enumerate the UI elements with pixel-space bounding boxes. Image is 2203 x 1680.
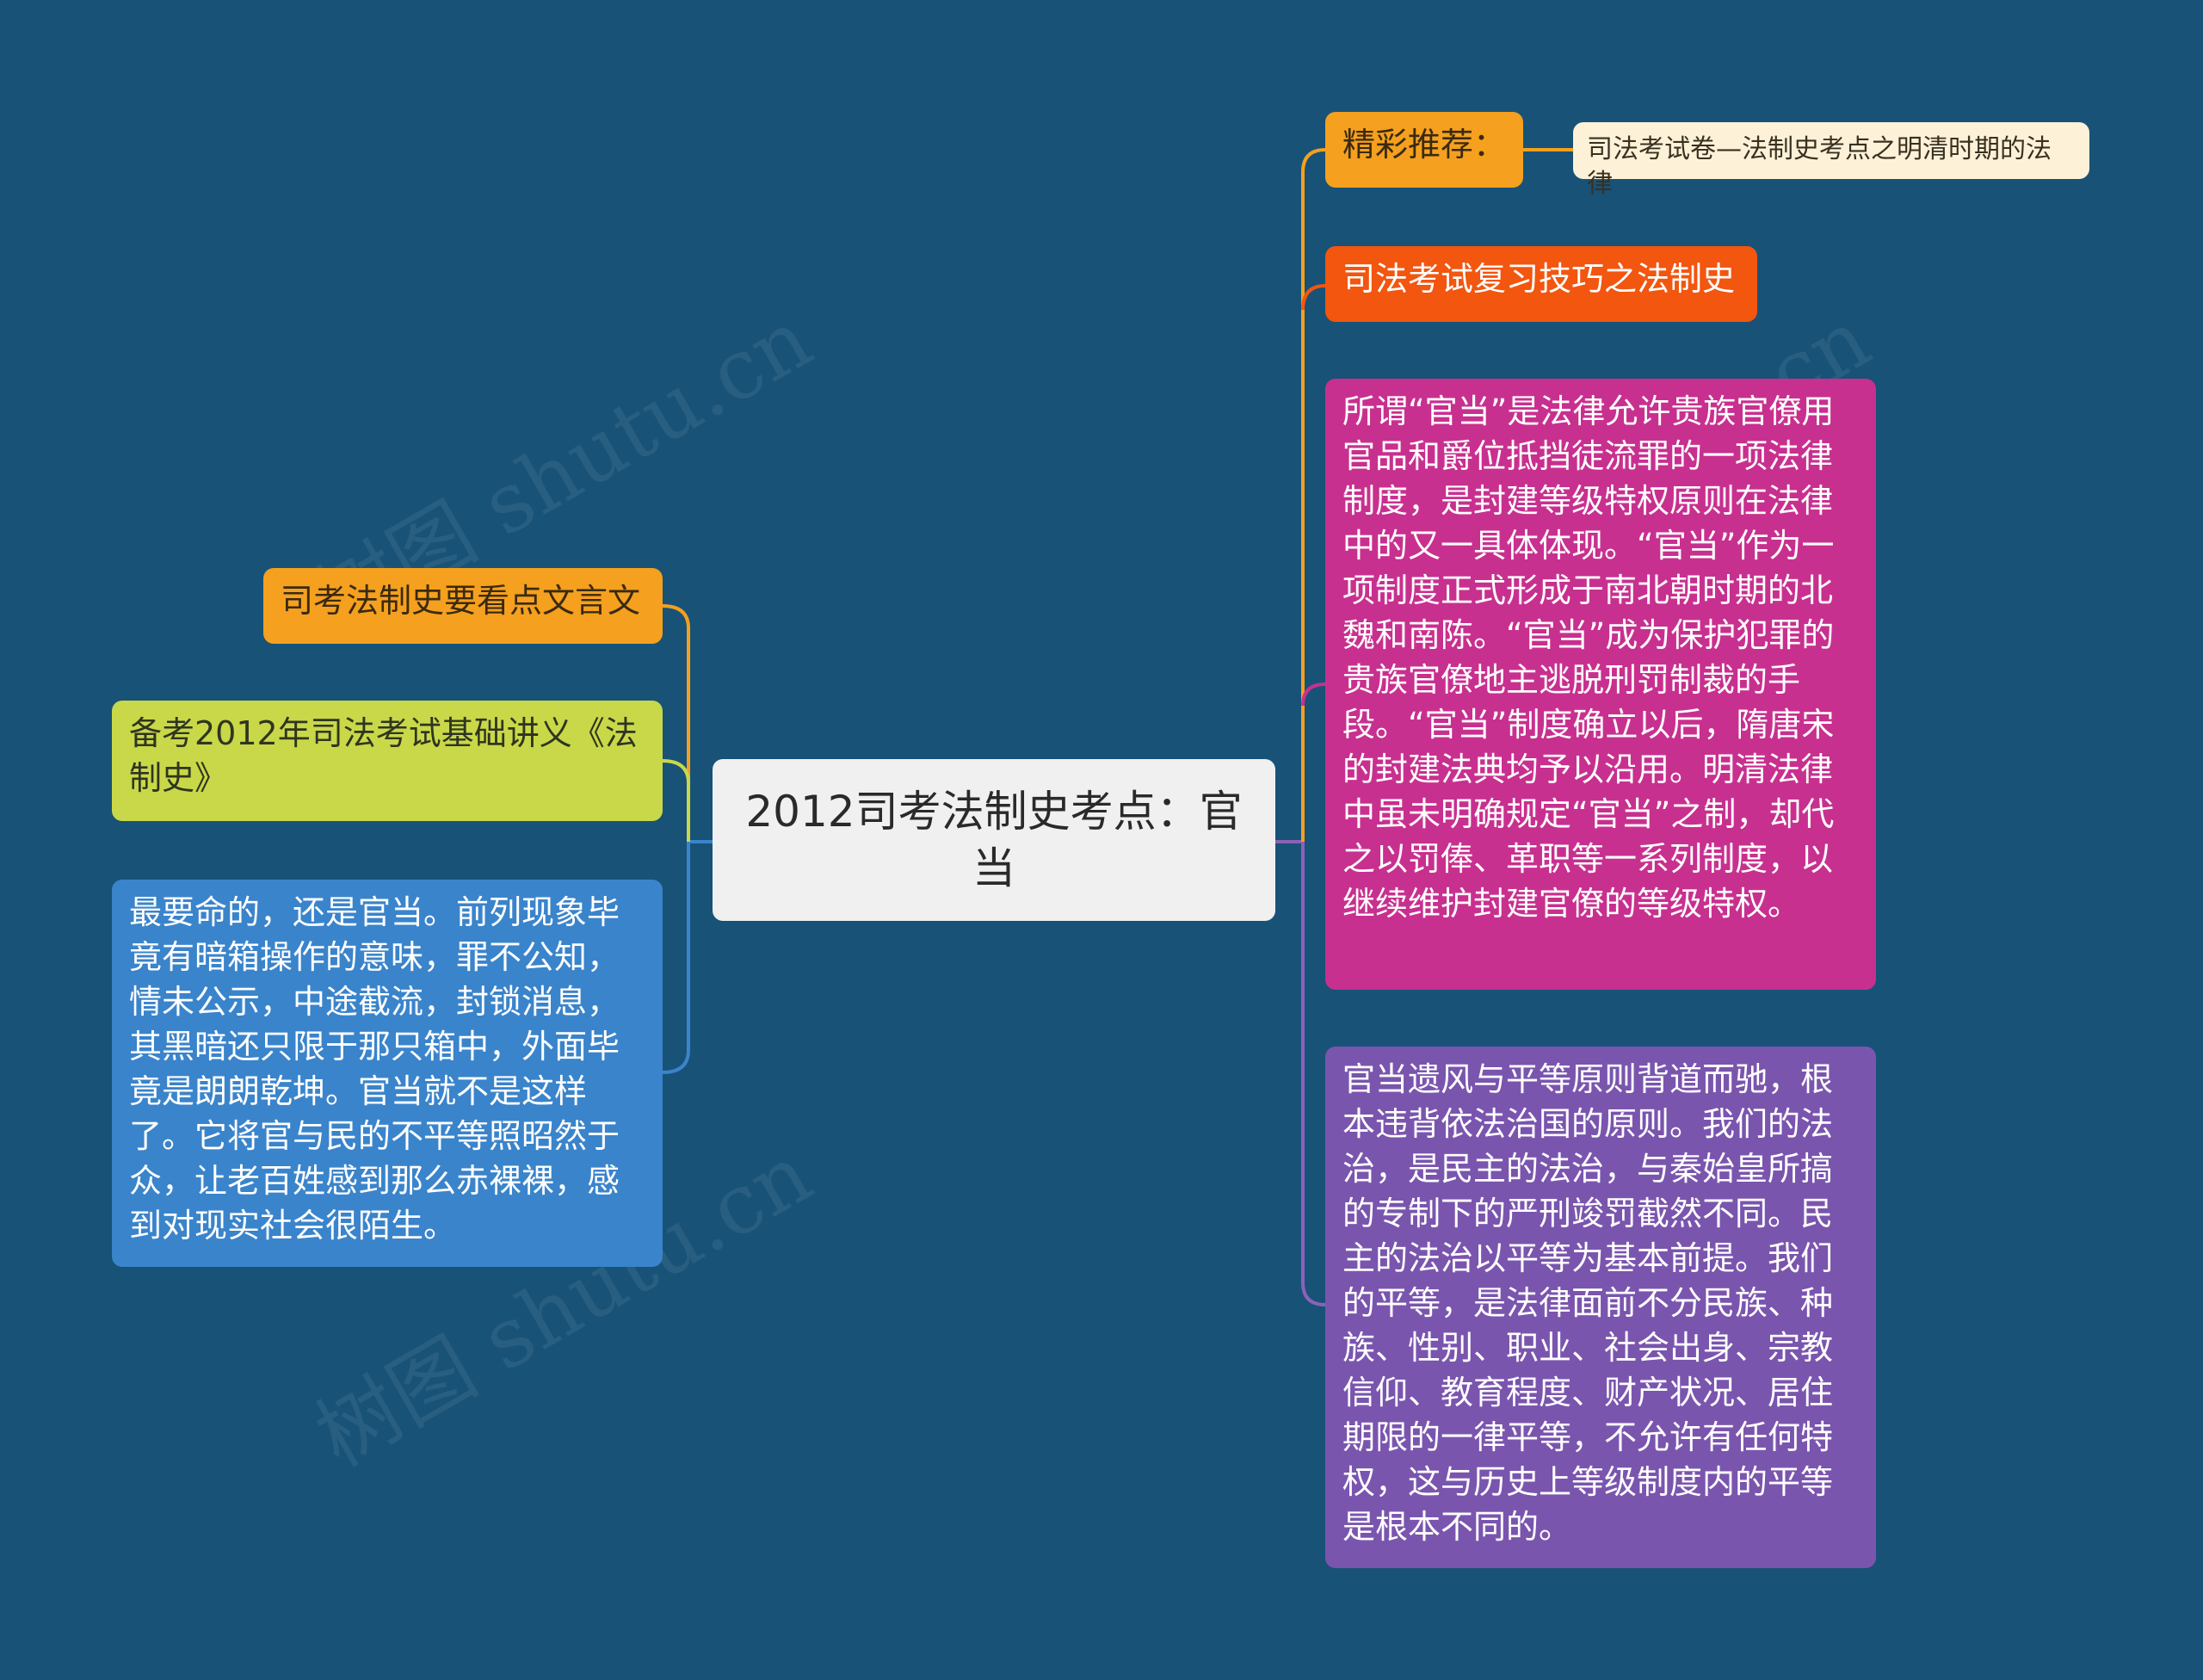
lecture-node[interactable]: 备考2012年司法考试基础讲义《法制史》	[112, 701, 663, 821]
recommend-node[interactable]: 精彩推荐：	[1325, 112, 1523, 188]
mind-map-canvas: 树图 shutu.cn 树图 shutu.cn 树图 shutu.cn 树图 s…	[0, 0, 2203, 1680]
link-tips	[1301, 284, 1326, 311]
definition-node[interactable]: 所谓“官当”是法律允许贵族官僚用官品和爵位抵挡徒流罪的一项法律制度，是封建等级特…	[1325, 379, 1876, 990]
link-recommend	[1301, 148, 1326, 842]
comment-text: 最要命的，还是官当。前列现象毕竟有暗箱操作的意味，罪不公知，情未公示，中途截流，…	[129, 893, 620, 1245]
link-classical	[662, 604, 690, 842]
recommend-label: 精彩推荐：	[1342, 126, 1507, 164]
lecture-text: 备考2012年司法考试基础讲义《法制史》	[129, 714, 638, 797]
link-equality	[1301, 842, 1326, 1306]
recommend-link-text: 司法考试卷—法制史考点之明清时期的法律	[1587, 134, 2052, 199]
recommend-link-node[interactable]: 司法考试卷—法制史考点之明清时期的法律	[1573, 122, 2089, 199]
classical-node[interactable]: 司考法制史要看点文言文	[263, 568, 663, 644]
link-definition	[1301, 682, 1326, 707]
classical-text: 司考法制史要看点文言文	[281, 582, 641, 620]
comment-node[interactable]: 最要命的，还是官当。前列现象毕竟有暗箱操作的意味，罪不公知，情未公示，中途截流，…	[112, 880, 663, 1267]
link-comment	[662, 842, 690, 1074]
link-lecture	[662, 759, 690, 842]
root-title: 2012司考法制史考点：官当	[745, 787, 1243, 893]
root-topic[interactable]: 2012司考法制史考点：官当	[713, 759, 1275, 921]
tips-node[interactable]: 司法考试复习技巧之法制史	[1325, 246, 1757, 322]
equality-text: 官当遗风与平等原则背道而驰，根本违背依法治国的原则。我们的法治，是民主的法治，与…	[1342, 1060, 1834, 1546]
tips-text: 司法考试复习技巧之法制史	[1342, 260, 1736, 298]
definition-text: 所谓“官当”是法律允许贵族官僚用官品和爵位抵挡徒流罪的一项法律制度，是封建等级特…	[1342, 392, 1835, 923]
equality-node[interactable]: 官当遗风与平等原则背道而驰，根本违背依法治国的原则。我们的法治，是民主的法治，与…	[1325, 1047, 1876, 1568]
